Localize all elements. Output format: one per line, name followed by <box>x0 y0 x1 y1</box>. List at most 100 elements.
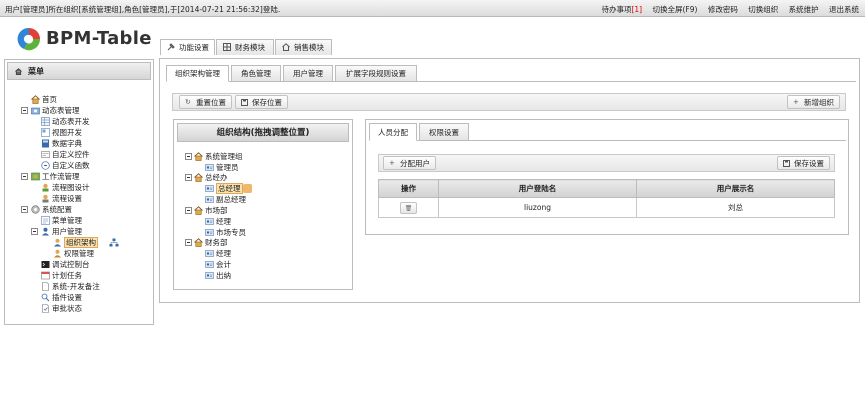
org-node-label: 财务部 <box>205 238 228 247</box>
collapse-toggle-icon[interactable] <box>31 228 38 235</box>
tab-function-settings[interactable]: 功能设置 <box>160 39 215 55</box>
sidebar-item-label: 动态表管理 <box>42 106 80 115</box>
sidebar-item-label: 数据字典 <box>52 139 82 148</box>
sidebar-header: 菜单 <box>7 62 151 80</box>
sidebar-item-label: 菜单管理 <box>52 216 82 225</box>
sidebar: 菜单 首页 动态表管理 动态表开发 视图开发 数据字典 自定义控件 自定义函数 工作流管理 流程… <box>4 59 154 325</box>
assignment-tabs: 人员分配 权限设置 <box>369 123 846 141</box>
sidebar-item-label: 自定义控件 <box>52 150 90 159</box>
delete-button[interactable]: 🗑 <box>400 201 417 214</box>
sidebar-item-label: 工作流管理 <box>42 172 80 181</box>
save-icon <box>241 99 248 106</box>
sidebar-item-label: 视图开发 <box>52 128 82 137</box>
collapse-toggle-icon[interactable] <box>185 207 192 214</box>
logo-icon <box>17 27 41 51</box>
tab-sales-module[interactable]: 销售模块 <box>275 39 332 55</box>
gear-icon <box>31 205 40 214</box>
org-node-label: 总经理 <box>216 183 243 194</box>
view-icon <box>41 128 50 137</box>
col-action: 操作 <box>378 179 439 198</box>
role-icon <box>205 195 214 204</box>
table-icon <box>41 117 50 126</box>
workflow-icon <box>31 172 40 181</box>
org-node-label: 市场部 <box>205 206 228 215</box>
control-icon <box>41 150 50 159</box>
grid-icon <box>223 43 231 51</box>
group-icon <box>194 238 203 247</box>
sub-tabs: 组织架构管理 角色管理 用户管理 扩展字段规则设置 <box>166 65 856 82</box>
org-node-label: 经理 <box>216 249 231 258</box>
user-icon <box>41 227 50 236</box>
org-node-label: 总经办 <box>205 173 228 182</box>
group-icon <box>194 206 203 215</box>
fullscreen-link[interactable]: 切换全屏(F9) <box>653 5 698 14</box>
permission-icon <box>53 249 62 258</box>
save-icon <box>783 160 790 167</box>
sidebar-item-label: 流程设置 <box>52 194 82 203</box>
save-settings-button[interactable]: 保存设置 <box>777 156 830 170</box>
book-icon <box>41 139 50 148</box>
tab-org-structure[interactable]: 组织架构管理 <box>166 65 229 82</box>
sidebar-item-label: 调试控制台 <box>52 260 90 269</box>
sidebar-item-label: 系统配置 <box>42 205 72 214</box>
menu-icon <box>41 216 50 225</box>
user-table: 操作 用户登陆名 用户展示名 🗑 liuzong 刘总 <box>378 179 835 218</box>
home-icon <box>282 43 290 51</box>
plugin-icon <box>41 293 50 302</box>
sidebar-item-label: 组织架构 <box>64 237 98 248</box>
org-toolbar: ↻ 重置位置 保存位置 + 新增组织 <box>172 93 846 111</box>
tab-user-assignment[interactable]: 人员分配 <box>369 123 417 141</box>
collapse-toggle-icon[interactable] <box>185 153 192 160</box>
sidebar-item-label: 审批状态 <box>52 304 82 313</box>
action-cell: 🗑 <box>378 197 439 218</box>
top-links: 待办事项[1] 切换全屏(F9) 修改密码 切换组织 系统维护 退出系统 <box>601 4 859 15</box>
assign-user-button[interactable]: + 分配用户 <box>383 156 436 170</box>
group-icon <box>194 152 203 161</box>
todo-link[interactable]: 待办事项[1] <box>601 5 642 14</box>
add-org-button[interactable]: + 新增组织 <box>787 95 840 109</box>
tab-extended-field-rules[interactable]: 扩展字段规则设置 <box>335 65 417 82</box>
tab-role-management[interactable]: 角色管理 <box>231 65 281 82</box>
sidebar-item-label: 自定义函数 <box>52 161 90 170</box>
collapse-toggle-icon[interactable] <box>21 107 28 114</box>
note-icon <box>41 282 50 291</box>
role-icon <box>205 228 214 237</box>
collapse-toggle-icon[interactable] <box>21 173 28 180</box>
table-row: 🗑 liuzong 刘总 <box>378 197 835 218</box>
tab-user-management[interactable]: 用户管理 <box>283 65 333 82</box>
refresh-icon: ↻ <box>185 98 191 106</box>
reset-position-button[interactable]: ↻ 重置位置 <box>179 95 232 109</box>
org-icon <box>53 238 62 247</box>
wrench-icon <box>167 43 175 51</box>
display-cell: 刘总 <box>636 197 835 218</box>
org-panel-title: 组织结构(拖拽调整位置) <box>177 123 349 142</box>
home-icon <box>15 68 22 75</box>
user-toolbar: + 分配用户 保存设置 <box>378 154 835 172</box>
change-password-link[interactable]: 修改密码 <box>708 5 738 14</box>
group-icon <box>194 173 203 182</box>
todo-count: [1] <box>631 5 643 14</box>
collapse-toggle-icon[interactable] <box>185 174 192 181</box>
sidebar-item-label: 计划任务 <box>52 271 82 280</box>
tab-permission-settings[interactable]: 权限设置 <box>419 123 469 141</box>
collapse-toggle-icon[interactable] <box>21 206 28 213</box>
col-display-name: 用户展示名 <box>636 179 835 198</box>
system-maintenance-link[interactable]: 系统维护 <box>789 5 819 14</box>
role-icon <box>205 260 214 269</box>
sidebar-item-label: 首页 <box>42 95 57 104</box>
org-node-label: 副总经理 <box>216 195 246 204</box>
function-icon <box>41 161 50 170</box>
top-bar: 用户[管理员]所在组织[系统管理组],角色[管理员],于[2014-07-21 … <box>0 0 865 17</box>
save-position-button[interactable]: 保存位置 <box>235 95 288 109</box>
logo-text: BPM-Table <box>46 28 152 49</box>
role-icon <box>205 217 214 226</box>
org-node-label: 会计 <box>216 260 231 269</box>
logout-link[interactable]: 退出系统 <box>829 5 859 14</box>
drag-handle-icon[interactable] <box>243 184 252 193</box>
switch-org-link[interactable]: 切换组织 <box>748 5 778 14</box>
tab-finance-module[interactable]: 财务模块 <box>216 39 274 55</box>
plus-icon: + <box>793 98 799 106</box>
trash-icon: 🗑 <box>404 204 413 212</box>
task-icon <box>41 271 50 280</box>
collapse-toggle-icon[interactable] <box>185 239 192 246</box>
